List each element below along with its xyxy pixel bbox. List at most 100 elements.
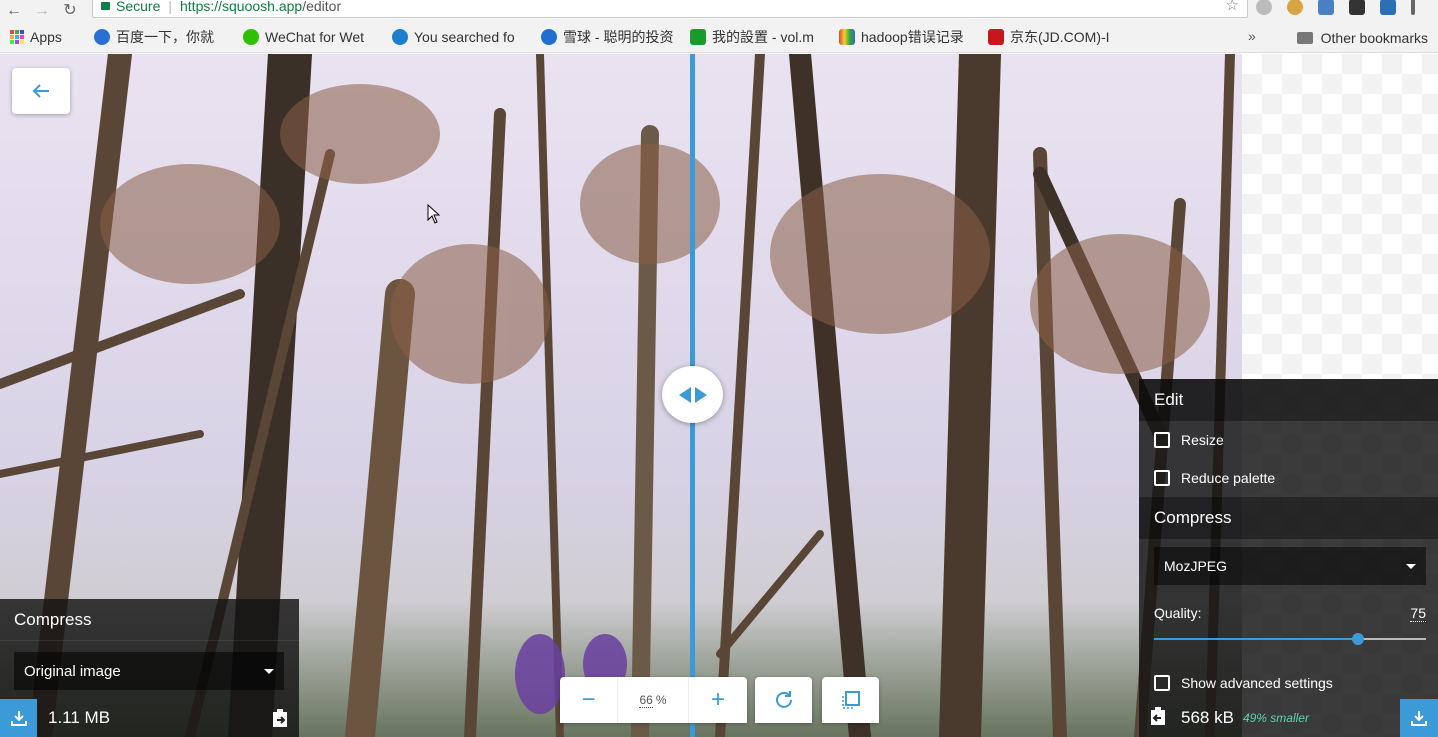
original-size: 1.11 MB [48,708,111,727]
bookmark-label: 京东(JD.COM)-I [1010,29,1110,45]
copy-side-icon [1151,706,1165,725]
snowflake-icon [392,29,408,45]
resize-checkbox[interactable] [1154,432,1170,448]
bookmark-baidu[interactable]: 百度一下，你就 [94,22,229,53]
split-arrows-icon [678,386,707,403]
resize-option[interactable]: Resize [1139,421,1438,459]
edit-title: Edit [1139,379,1438,421]
browser-toolbar: ← → ↻ Secure | https://squoosh.app/edito… [0,0,1438,22]
copy-side-icon [273,709,287,727]
bookmark-hadoop[interactable]: hadoop错误记录 [839,22,974,53]
editor-stage[interactable]: Compress Original image 1.11 MB Edit Res… [0,54,1438,737]
extension-icons [1256,0,1415,15]
original-options-panel: Compress Original image 1.11 MB [0,599,299,737]
other-bookmarks[interactable]: Other bookmarks [1296,22,1428,53]
other-bookmarks-label: Other bookmarks [1320,29,1428,46]
chevron-down-icon [264,668,274,674]
right-footer: 568 kB 49% smaller [1139,699,1438,737]
bookmark-label: 我的設置 - vol.m [712,29,814,45]
bookmark-label: 百度一下，你就 [116,29,214,45]
arrow-left-icon [32,84,49,98]
address-bar[interactable]: Secure | https://squoosh.app/editor ☆ [92,0,1248,18]
quality-value[interactable]: 75 [1410,605,1426,622]
copy-to-other-side-button[interactable] [1149,706,1167,731]
savings-badge: 49% smaller [1242,711,1309,725]
bookmark-label: You searched fo [414,29,515,45]
back-nav-icon[interactable]: ← [0,3,28,19]
bookmark-xueqiu[interactable]: 雪球 - 聪明的投资 [541,22,676,53]
bookmark-label: Apps [30,29,62,45]
codec-value: MozJPEG [1164,558,1228,574]
reduce-palette-option[interactable]: Reduce palette [1139,459,1438,497]
bookmark-vol[interactable]: 我的設置 - vol.m [690,22,825,53]
cookie-icon[interactable] [1287,0,1303,15]
reload-icon[interactable]: ↻ [56,3,84,19]
bookmark-label: WeChat for Wet [265,29,365,45]
url-path: /editor [302,0,342,14]
url-host: https://squoosh.app [180,0,303,14]
background-toggle-icon [841,691,860,709]
bookmark-jd[interactable]: 京东(JD.COM)-I [988,22,1123,53]
hadoop-icon [839,29,855,45]
compressed-size: 568 kB [1181,708,1234,727]
advanced-settings-option[interactable]: Show advanced settings [1139,664,1438,702]
bookmark-label: hadoop错误记录 [861,29,964,45]
copy-to-other-side-button[interactable] [271,708,289,733]
zoom-number[interactable]: 66 [639,693,653,708]
menu-icon[interactable] [1411,0,1415,15]
download-original-button[interactable] [0,699,37,737]
toggle-background-button[interactable] [822,677,879,723]
rotate-button[interactable] [755,677,812,723]
quality-slider[interactable] [1154,632,1426,646]
folder-icon [1296,31,1313,44]
reduce-palette-label: Reduce palette [1181,470,1276,486]
xueqiu-icon [541,29,557,45]
left-footer: 1.11 MB [0,699,299,737]
compress-title: Compress [1139,497,1438,539]
download-compressed-button[interactable] [1400,699,1438,737]
slider-thumb[interactable] [1352,633,1364,645]
bookmark-star-icon[interactable]: ☆ [1226,0,1239,14]
forward-nav-icon[interactable]: → [28,3,56,19]
bookmark-search[interactable]: You searched fo [392,22,527,53]
secure-indicator: Secure [101,0,160,14]
extension-icon[interactable] [1256,0,1272,15]
vol-icon [690,29,706,45]
resize-label: Resize [1181,432,1224,448]
reduce-palette-checkbox[interactable] [1154,470,1170,486]
back-button[interactable] [12,68,70,114]
quality-label: Quality: [1154,605,1202,621]
extension-icon[interactable] [1318,0,1334,15]
wechat-icon [243,29,259,45]
bookmark-label: 雪球 - 聪明的投资 [563,29,674,45]
quality-row: Quality: 75 [1139,605,1438,622]
bookmarks-bar: Apps 百度一下，你就 WeChat for Wet You searched… [0,22,1438,53]
baidu-icon [94,29,110,45]
secure-label: Secure [116,0,161,14]
compressed-options-panel: Edit Resize Reduce palette Compress MozJ… [1139,379,1438,737]
bookmark-wechat[interactable]: WeChat for Wet [243,22,378,53]
left-compress-title: Compress [0,599,299,641]
bookmark-apps[interactable]: Apps [10,22,82,53]
advanced-settings-label: Show advanced settings [1181,675,1333,691]
codec-select[interactable]: MozJPEG [1154,547,1426,585]
mouse-cursor-icon [427,204,441,224]
split-handle[interactable] [662,366,723,423]
rotate-icon [775,691,792,708]
advanced-settings-checkbox[interactable] [1154,675,1170,691]
zoom-controls: − 66 % + [560,677,747,723]
zoom-unit: % [655,693,667,707]
jd-icon [988,29,1004,45]
zoom-in-button[interactable]: + [689,677,747,723]
slider-fill [1154,638,1358,640]
download-icon [10,711,27,726]
left-method-value: Original image [24,662,121,680]
translate-icon[interactable] [1349,0,1365,15]
zoom-out-button[interactable]: − [560,677,618,723]
lock-icon [101,2,110,10]
extension-icon[interactable] [1380,0,1396,15]
more-bookmarks-chevron[interactable]: » [1248,28,1256,44]
apps-grid-icon [10,30,24,44]
zoom-value[interactable]: 66 % [618,677,689,723]
left-method-select[interactable]: Original image [14,652,284,690]
